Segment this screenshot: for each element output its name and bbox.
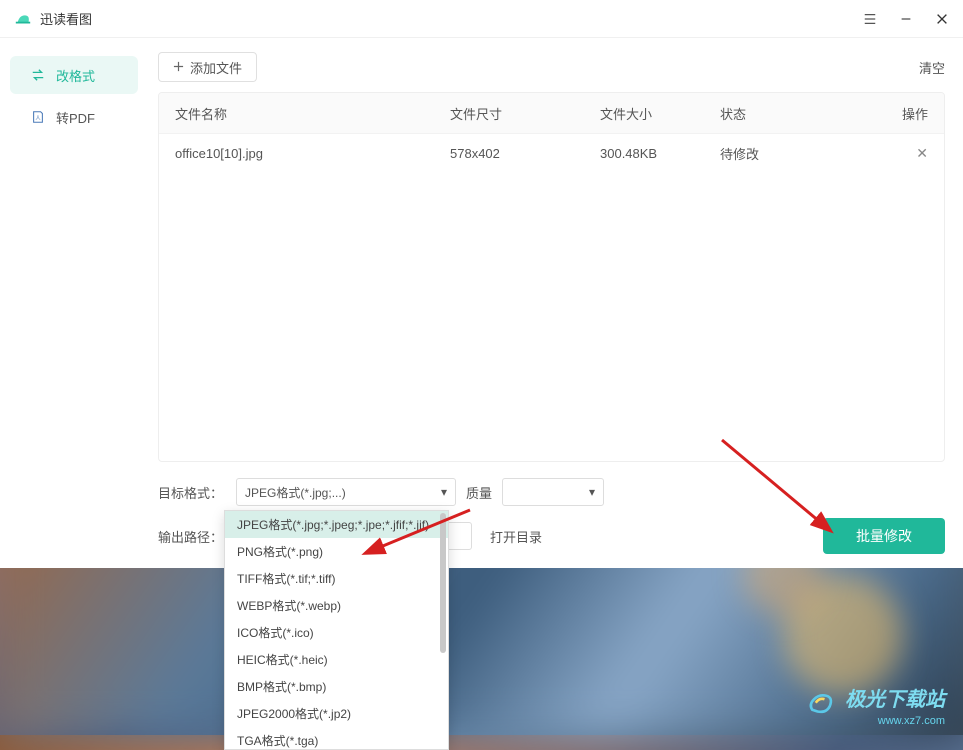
open-folder-button[interactable]: 打开目录	[482, 523, 550, 550]
menu-button[interactable]	[861, 10, 879, 28]
file-table: 文件名称 文件尺寸 文件大小 状态 操作 office10[10].jpg 57…	[158, 92, 945, 462]
swap-icon	[30, 67, 46, 83]
header-size: 文件大小	[600, 104, 720, 123]
close-button[interactable]	[933, 10, 951, 28]
quality-label: 质量	[466, 483, 492, 502]
header-dim: 文件尺寸	[450, 104, 600, 123]
sidebar: 改格式 人 转PDF	[0, 38, 148, 568]
dropdown-option[interactable]: BMP格式(*.bmp)	[225, 673, 448, 700]
chevron-down-icon: ▾	[589, 485, 595, 499]
dropdown-option[interactable]: JPEG2000格式(*.jp2)	[225, 700, 448, 727]
dropdown-option[interactable]: PNG格式(*.png)	[225, 538, 448, 565]
watermark-url: www.xz7.com	[878, 715, 945, 727]
dropdown-option[interactable]: JPEG格式(*.jpg;*.jpeg;*.jpe;*.jfif;*.jif)	[225, 511, 448, 538]
cell-name: office10[10].jpg	[175, 146, 450, 161]
pdf-icon: 人	[30, 109, 46, 125]
dropdown-option[interactable]: HEIC格式(*.heic)	[225, 646, 448, 673]
sidebar-item-format[interactable]: 改格式	[10, 56, 138, 94]
cell-size: 300.48KB	[600, 146, 720, 161]
minimize-button[interactable]	[897, 10, 915, 28]
batch-convert-button[interactable]: 批量修改	[823, 518, 945, 554]
add-file-label: 添加文件	[190, 58, 242, 77]
sidebar-item-label: 改格式	[56, 66, 95, 85]
cell-dim: 578x402	[450, 146, 600, 161]
clear-button[interactable]: 清空	[919, 58, 945, 77]
sidebar-item-pdf[interactable]: 人 转PDF	[10, 98, 138, 136]
watermark-icon	[807, 687, 835, 715]
sidebar-item-label: 转PDF	[56, 108, 95, 127]
table-row[interactable]: office10[10].jpg 578x402 300.48KB 待修改 ✕	[159, 133, 944, 173]
titlebar: 迅读看图	[0, 0, 963, 38]
header-action: 操作	[840, 104, 928, 123]
quality-select[interactable]: ▾	[502, 478, 604, 506]
dropdown-option[interactable]: ICO格式(*.ico)	[225, 619, 448, 646]
app-title: 迅读看图	[40, 9, 92, 28]
dropdown-option[interactable]: WEBP格式(*.webp)	[225, 592, 448, 619]
app-window: 迅读看图 改格式 人	[0, 0, 963, 568]
cell-status: 待修改	[720, 144, 840, 163]
format-dropdown[interactable]: JPEG格式(*.jpg;*.jpeg;*.jpe;*.jfif;*.jif) …	[224, 510, 449, 750]
table-header: 文件名称 文件尺寸 文件大小 状态 操作	[159, 93, 944, 133]
dropdown-option[interactable]: TIFF格式(*.tif;*.tiff)	[225, 565, 448, 592]
watermark-text: 极光下载站	[845, 689, 945, 711]
target-format-select[interactable]: JPEG格式(*.jpg;...) ▾	[236, 478, 456, 506]
header-status: 状态	[720, 104, 840, 123]
dropdown-option[interactable]: TGA格式(*.tga)	[225, 727, 448, 750]
add-file-button[interactable]: 添加文件	[158, 52, 257, 82]
svg-text:人: 人	[35, 115, 41, 122]
app-logo-icon	[14, 10, 32, 28]
header-name: 文件名称	[175, 104, 450, 123]
plus-icon	[173, 60, 184, 75]
chevron-down-icon: ▾	[441, 485, 447, 499]
row-remove-icon[interactable]: ✕	[916, 145, 928, 161]
output-path-label: 输出路径：	[158, 527, 226, 546]
target-format-label: 目标格式：	[158, 483, 226, 502]
main-panel: 添加文件 清空 文件名称 文件尺寸 文件大小 状态 操作 office10[10…	[148, 38, 963, 568]
dropdown-scrollbar[interactable]	[440, 513, 446, 653]
